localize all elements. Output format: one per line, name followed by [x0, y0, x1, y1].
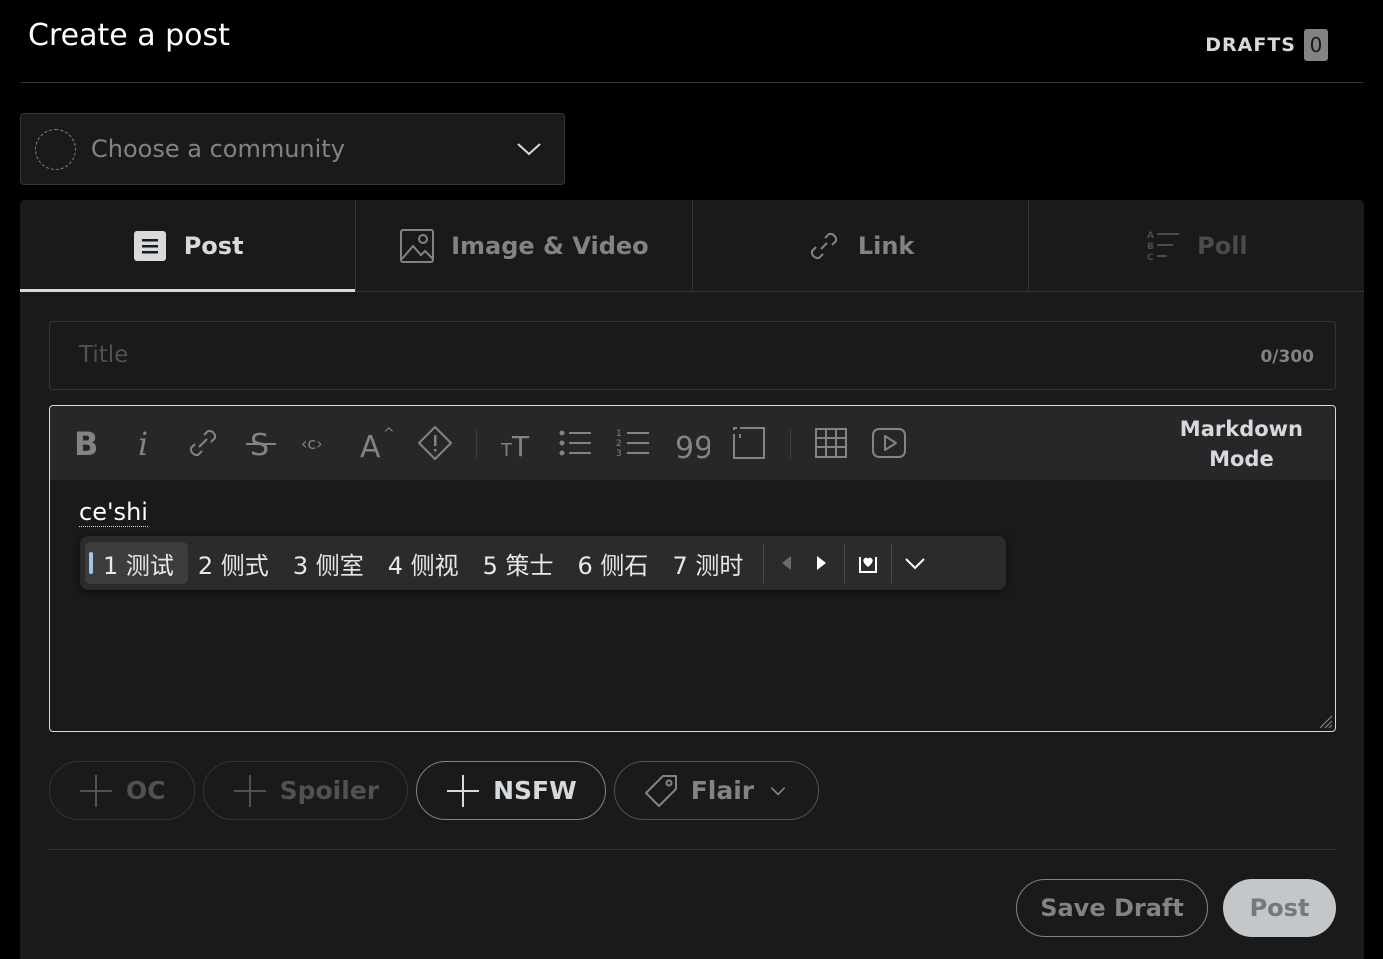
community-selector[interactable]: Choose a community — [20, 113, 565, 185]
divider — [49, 849, 1336, 850]
ime-candidate[interactable]: 6 侧石 — [568, 542, 663, 584]
post-panel: Post Image & Video Link ABC Poll Title 0… — [20, 200, 1364, 959]
title-placeholder: Title — [79, 342, 129, 368]
nsfw-tag-label: NSFW — [493, 776, 577, 805]
tab-link-label: Link — [857, 231, 915, 260]
svg-text:T: T — [511, 430, 530, 462]
ime-divider — [763, 543, 765, 583]
triangle-right-icon — [817, 556, 827, 570]
save-draft-button[interactable]: Save Draft — [1016, 879, 1208, 937]
chevron-down-icon — [517, 143, 541, 156]
strikethrough-icon[interactable]: S — [242, 424, 280, 463]
svg-text:3: 3 — [616, 449, 622, 459]
tab-post-label: Post — [183, 231, 244, 260]
tab-image-video[interactable]: Image & Video — [356, 200, 693, 291]
svg-text:C: C — [1147, 253, 1154, 263]
bold-icon[interactable]: B — [68, 424, 106, 463]
post-type-tabs: Post Image & Video Link ABC Poll — [20, 200, 1364, 292]
inline-code-icon[interactable]: ‹c› — [300, 424, 338, 462]
heart-icon — [859, 557, 878, 573]
community-avatar-placeholder — [35, 128, 76, 170]
markdown-mode-button[interactable]: Markdown Mode — [1180, 414, 1303, 474]
tab-poll-label: Poll — [1197, 231, 1248, 260]
heading-icon[interactable]: TT — [498, 424, 536, 463]
ime-candidate[interactable]: 7 测时 — [662, 542, 757, 584]
oc-tag-label: OC — [126, 776, 166, 805]
ime-candidate[interactable]: 1 测试 — [85, 542, 188, 584]
markdown-mode-label-1: Markdown — [1179, 417, 1303, 441]
quote-block-icon[interactable]: 99 — [672, 424, 713, 466]
link-icon — [810, 232, 837, 259]
ime-next-page-button[interactable] — [804, 543, 838, 583]
tab-post[interactable]: Post — [20, 200, 357, 292]
svg-text:i: i — [138, 425, 148, 462]
tab-poll[interactable]: ABC Poll — [1029, 200, 1364, 291]
drafts-button[interactable]: DRAFTS 0 — [1205, 29, 1328, 61]
svg-text:‹c›: ‹c› — [301, 434, 323, 453]
ime-candidate-bar: 1 测试 2 侧式 3 侧室 4 侧视 5 策士 6 侧石 7 测时 — [80, 536, 1006, 590]
svg-text:99: 99 — [675, 431, 710, 462]
ime-divider — [844, 543, 846, 583]
bulleted-list-icon[interactable] — [556, 424, 594, 462]
ime-candidate[interactable]: 2 侧式 — [188, 542, 283, 584]
tag-icon — [644, 774, 677, 807]
tab-image-video-label: Image & Video — [451, 231, 649, 260]
toolbar-divider — [476, 430, 477, 458]
chevron-down-icon — [905, 558, 926, 570]
rich-text-editor[interactable]: B i S ‹c› A ^ TT 123 99 Markdown Mode ce'… — [49, 405, 1336, 732]
post-icon — [133, 230, 166, 261]
ime-candidate[interactable]: 5 策士 — [473, 542, 568, 584]
ime-divider — [891, 543, 893, 583]
ime-expand-button[interactable] — [898, 543, 932, 583]
poll-icon: ABC — [1147, 231, 1180, 263]
ime-candidate[interactable]: 4 侧视 — [378, 542, 473, 584]
plus-icon — [447, 774, 480, 807]
markdown-mode-label-2: Mode — [1209, 447, 1274, 471]
chevron-down-icon — [770, 786, 786, 796]
community-placeholder: Choose a community — [91, 135, 345, 163]
flair-button[interactable]: Flair — [613, 761, 820, 820]
numbered-list-icon[interactable]: 123 — [614, 424, 652, 462]
table-icon[interactable] — [812, 424, 850, 462]
oc-tag-button[interactable]: OC — [49, 761, 195, 820]
resize-handle-icon[interactable] — [1317, 713, 1333, 729]
spoiler-tag-label: Spoiler — [279, 776, 380, 805]
ime-candidate[interactable]: 3 侧室 — [283, 542, 378, 584]
link-icon[interactable] — [184, 424, 222, 462]
nsfw-tag-button[interactable]: NSFW — [416, 761, 606, 820]
drafts-label: DRAFTS — [1205, 34, 1296, 56]
ime-favorite-button[interactable] — [851, 543, 885, 583]
header: Create a post DRAFTS 0 — [20, 0, 1364, 83]
tab-link[interactable]: Link — [693, 200, 1029, 291]
post-tags: OC Spoiler NSFW Flair — [49, 761, 820, 820]
video-icon[interactable] — [870, 424, 908, 462]
editor-composing-text: ce'shi — [79, 498, 148, 527]
ime-prev-page-button[interactable] — [770, 543, 804, 583]
post-button[interactable]: Post — [1223, 879, 1336, 937]
code-block-icon[interactable] — [730, 424, 768, 462]
svg-text:B: B — [1147, 242, 1154, 252]
svg-text:A: A — [1147, 231, 1154, 241]
plus-icon — [80, 774, 112, 807]
flair-label: Flair — [690, 776, 755, 805]
svg-text:^: ^ — [383, 426, 395, 442]
image-icon — [400, 228, 435, 263]
italic-icon[interactable]: i — [126, 424, 164, 463]
svg-text:A: A — [360, 430, 381, 462]
editor-toolbar: B i S ‹c› A ^ TT 123 99 Markdown Mode — [50, 406, 1335, 480]
superscript-icon[interactable]: A ^ — [358, 424, 396, 465]
page-title: Create a post — [28, 18, 230, 53]
svg-text:2: 2 — [616, 439, 622, 449]
svg-text:1: 1 — [616, 429, 622, 439]
spoiler-tag-button[interactable]: Spoiler — [202, 761, 409, 820]
title-char-counter: 0/300 — [1260, 347, 1314, 367]
drafts-count-badge: 0 — [1304, 29, 1328, 61]
spoiler-icon[interactable] — [416, 424, 454, 462]
svg-text:B: B — [74, 425, 98, 462]
plus-icon — [233, 774, 266, 807]
triangle-left-icon — [782, 556, 792, 570]
toolbar-divider — [790, 430, 791, 458]
title-field[interactable]: Title 0/300 — [49, 321, 1336, 390]
